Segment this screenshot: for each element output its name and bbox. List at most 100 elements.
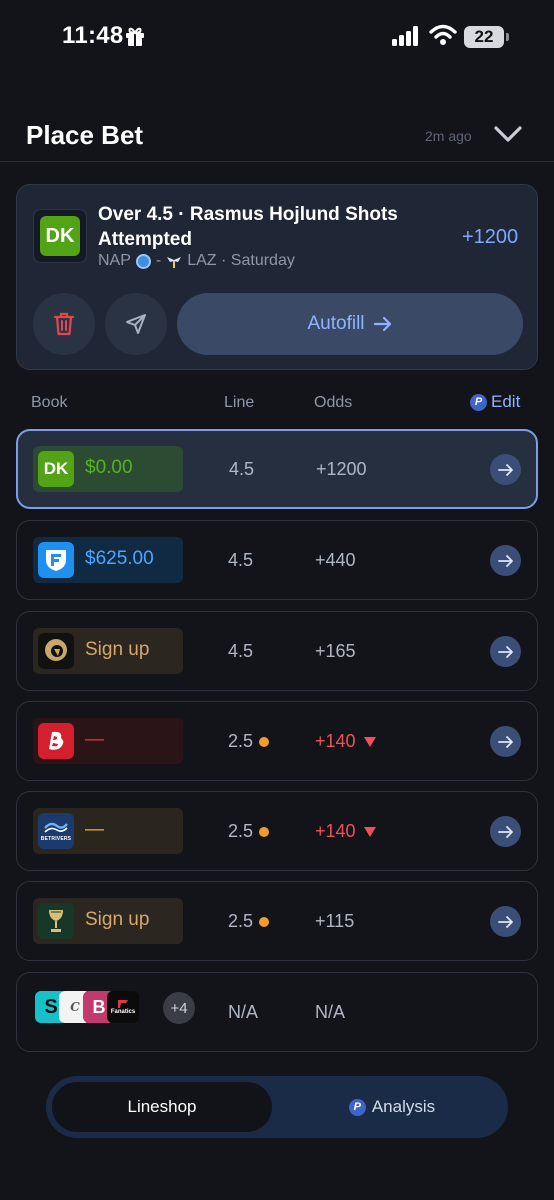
row-odds: +115 bbox=[315, 911, 354, 932]
alt-line-dot-icon bbox=[259, 736, 270, 747]
p-icon: P bbox=[470, 393, 487, 411]
tab-lineshop[interactable]: Lineshop bbox=[52, 1082, 272, 1132]
row-line: N/A bbox=[228, 1002, 258, 1023]
lazio-badge-icon bbox=[167, 257, 182, 268]
line-value: 4.5 bbox=[228, 550, 254, 570]
book-chip: $625.00 bbox=[33, 537, 183, 583]
fanatics-logo-text: Fanatics bbox=[110, 1009, 136, 1015]
column-book: Book bbox=[31, 394, 68, 411]
go-button[interactable] bbox=[490, 454, 521, 485]
chevron-down-icon[interactable] bbox=[492, 122, 524, 146]
arrow-right-icon bbox=[497, 915, 513, 928]
row-line: 4.5 bbox=[229, 459, 254, 480]
sign-up-label: Sign up bbox=[85, 909, 150, 930]
table-row-fanduel[interactable]: $625.00 4.5 +440 bbox=[16, 520, 538, 600]
betrivers-wave-icon bbox=[44, 822, 68, 833]
edit-button[interactable]: P Edit bbox=[470, 392, 520, 412]
column-line: Line bbox=[224, 394, 255, 411]
book-chip: DK $0.00 bbox=[33, 446, 183, 492]
down-triangle-icon bbox=[363, 826, 376, 837]
p-icon: P bbox=[348, 1098, 366, 1116]
table-row-bally[interactable]: — 2.5 +140 bbox=[16, 701, 538, 781]
go-button[interactable] bbox=[490, 545, 521, 576]
odds-value: +165 bbox=[315, 641, 356, 661]
delete-button[interactable] bbox=[33, 293, 95, 355]
book-chip: BETRIVERS — bbox=[33, 808, 183, 854]
row-odds: +165 bbox=[315, 641, 356, 662]
status-time: 11:48 bbox=[62, 22, 124, 49]
go-button[interactable] bbox=[490, 816, 521, 847]
autofill-button[interactable]: Autofill bbox=[177, 293, 523, 355]
share-button[interactable] bbox=[105, 293, 167, 355]
line-value: 2.5 bbox=[228, 731, 254, 751]
book-logo-stack: S C B Fanatics +4 bbox=[35, 991, 195, 1025]
balance-label: $625.00 bbox=[85, 548, 154, 569]
away-team: LAZ · Saturday bbox=[187, 252, 295, 269]
column-headers: Book Line Odds P Edit bbox=[0, 392, 554, 414]
wifi-icon bbox=[429, 24, 457, 45]
balance-label: $0.00 bbox=[85, 457, 133, 478]
tab-analysis[interactable]: P Analysis bbox=[282, 1082, 502, 1132]
table-row-betrivers[interactable]: BETRIVERS — 2.5 +140 bbox=[16, 791, 538, 871]
bally-logo bbox=[38, 723, 74, 759]
home-team: NAP bbox=[98, 252, 131, 269]
odds-value: N/A bbox=[315, 1002, 346, 1022]
table-row-golden-nugget[interactable]: Sign up 2.5 +115 bbox=[16, 881, 538, 961]
betrivers-logo-text: BETRIVERS bbox=[40, 836, 72, 842]
trophy-icon bbox=[49, 910, 63, 932]
odds-value: +140 bbox=[315, 821, 356, 841]
updated-time: 2m ago bbox=[425, 128, 472, 144]
draftkings-logo: DK bbox=[40, 216, 80, 256]
row-odds: +440 bbox=[315, 550, 356, 571]
draftkings-logo: DK bbox=[38, 451, 74, 487]
book-chip: — bbox=[33, 718, 183, 764]
arrow-right-icon bbox=[373, 316, 391, 332]
row-line: 4.5 bbox=[228, 550, 253, 571]
bet-card: DK Over 4.5 · Rasmus Hojlund Shots Attem… bbox=[16, 184, 538, 370]
bet-matchup: NAP - LAZ · Saturday bbox=[98, 252, 295, 270]
line-value: 2.5 bbox=[228, 821, 254, 841]
arrow-right-icon bbox=[497, 645, 513, 658]
line-value: 2.5 bbox=[228, 911, 254, 931]
odds-value: +440 bbox=[315, 550, 356, 570]
balance-label: — bbox=[85, 819, 104, 840]
row-line: 2.5 bbox=[228, 731, 270, 752]
row-line: 2.5 bbox=[228, 911, 270, 932]
down-triangle-icon bbox=[363, 736, 376, 747]
signal-icon bbox=[392, 26, 418, 46]
column-odds: Odds bbox=[314, 394, 353, 411]
row-line: 2.5 bbox=[228, 821, 270, 842]
table-row-betmgm[interactable]: Sign up 4.5 +165 bbox=[16, 611, 538, 691]
status-bar: 11:48 22 bbox=[0, 0, 554, 76]
napoli-badge-icon bbox=[135, 253, 151, 269]
row-odds: +1200 bbox=[316, 459, 367, 480]
alt-line-dot-icon bbox=[259, 916, 270, 927]
line-value: N/A bbox=[228, 1002, 259, 1022]
line-value: 4.5 bbox=[228, 641, 254, 661]
row-odds: +140 bbox=[315, 731, 376, 752]
row-odds: +140 bbox=[315, 821, 376, 842]
fanatics-flag-icon bbox=[118, 1000, 128, 1008]
alt-line-dot-icon bbox=[259, 826, 270, 837]
arrow-right-icon bbox=[497, 463, 513, 476]
line-value: 4.5 bbox=[229, 459, 255, 479]
go-button[interactable] bbox=[490, 726, 521, 757]
table-row-other-books[interactable]: S C B Fanatics +4 N/A N/A bbox=[16, 972, 538, 1052]
more-books-badge[interactable]: +4 bbox=[163, 992, 195, 1024]
bet-odds: +1200 bbox=[462, 226, 519, 248]
bet-title: Over 4.5 · Rasmus Hojlund Shots Attempte… bbox=[98, 204, 398, 250]
fanduel-logo bbox=[38, 542, 74, 578]
bally-b-icon bbox=[49, 731, 64, 750]
table-row-draftkings[interactable]: DK $0.00 4.5 +1200 bbox=[16, 429, 538, 509]
book-chip: Sign up bbox=[33, 628, 183, 674]
go-button[interactable] bbox=[490, 906, 521, 937]
edit-label: Edit bbox=[491, 392, 521, 411]
row-odds: N/A bbox=[315, 1002, 345, 1023]
lion-icon bbox=[45, 639, 67, 661]
betrivers-logo: BETRIVERS bbox=[38, 813, 74, 849]
matchup-separator: - bbox=[155, 252, 162, 269]
odds-value: +115 bbox=[315, 911, 355, 931]
go-button[interactable] bbox=[490, 636, 521, 667]
golden-nugget-logo bbox=[38, 903, 74, 939]
odds-value: +1200 bbox=[316, 459, 367, 479]
